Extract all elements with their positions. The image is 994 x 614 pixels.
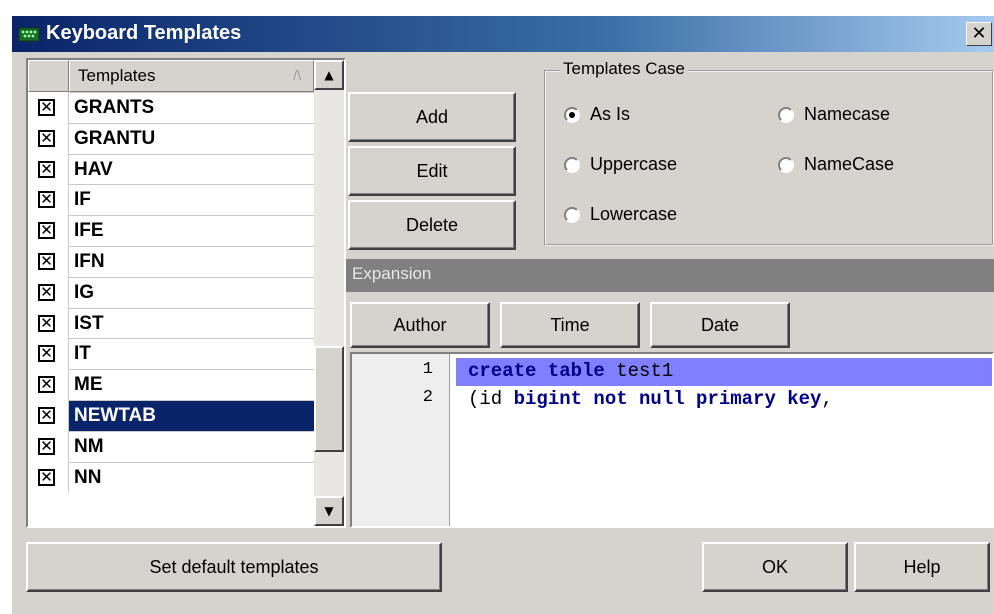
arrow-up-icon: ▲ xyxy=(324,68,334,82)
arrow-down-icon: ▼ xyxy=(324,504,334,518)
radio-lowercase[interactable]: Lowercase xyxy=(564,204,677,225)
radio-indicator xyxy=(564,106,580,123)
template-name: IT xyxy=(68,338,314,370)
radio-namecase-lower[interactable]: Namecase xyxy=(778,104,890,125)
template-name: IFN xyxy=(68,245,314,277)
templates-column-label: Templates xyxy=(78,66,156,85)
template-name: GRANTU xyxy=(68,122,314,154)
template-name: IFE xyxy=(68,215,314,246)
scroll-thumb[interactable] xyxy=(314,346,344,452)
radio-indicator xyxy=(564,156,580,173)
code-line-current[interactable]: create table test1 xyxy=(456,358,992,386)
set-default-templates-button[interactable]: Set default templates xyxy=(26,542,442,592)
scroll-up-button[interactable]: ▲ xyxy=(314,60,344,90)
template-row[interactable]: ✕ IF xyxy=(28,184,314,216)
template-row[interactable]: ✕ IFE xyxy=(28,215,314,246)
date-button[interactable]: Date xyxy=(650,302,790,348)
template-rows: ✕ GRANTS ✕ GRANTU ✕ HAV ✕ IF ✕ IFE ✕ IFN ✕ IG ✕ IST ✕ IT ✕… xyxy=(28,92,314,493)
template-enabled-checkbox[interactable]: ✕ xyxy=(38,129,55,147)
template-enabled-checkbox[interactable]: ✕ xyxy=(38,160,55,178)
template-name: ME xyxy=(68,369,314,400)
radio-as-is[interactable]: As Is xyxy=(564,104,630,125)
radio-indicator xyxy=(778,156,794,173)
templates-case-label: Templates Case xyxy=(560,59,688,79)
template-row[interactable]: ✕ IFN xyxy=(28,245,314,277)
template-row[interactable]: ✕ GRANTS xyxy=(28,92,314,123)
template-enabled-checkbox[interactable]: ✕ xyxy=(38,314,55,332)
radio-indicator xyxy=(564,206,580,223)
sql-text: , xyxy=(821,388,833,410)
template-row[interactable]: ✕ NM xyxy=(28,430,314,462)
template-enabled-checkbox[interactable]: ✕ xyxy=(38,222,55,240)
templates-case-group: Templates Case As Is Namecase Uppercase … xyxy=(544,59,994,246)
radio-label: Namecase xyxy=(804,104,891,124)
expansion-header: Expansion xyxy=(346,259,994,292)
list-header: Templates /\ xyxy=(28,60,314,92)
radio-indicator xyxy=(778,106,794,123)
edit-button[interactable]: Edit xyxy=(348,146,516,196)
sql-text: test1 xyxy=(604,360,674,382)
ok-button[interactable]: OK xyxy=(702,542,848,592)
radio-label: As Is xyxy=(590,104,631,124)
template-name: HAV xyxy=(68,153,314,185)
title-bar[interactable]: Keyboard Templates ✕ xyxy=(12,16,994,52)
template-enabled-checkbox[interactable]: ✕ xyxy=(38,252,55,270)
radio-namecase-mixed[interactable]: NameCase xyxy=(778,154,894,175)
template-name: NEWTAB xyxy=(68,399,314,431)
line-number: 2 xyxy=(422,388,433,407)
template-name: IG xyxy=(68,276,314,308)
delete-button[interactable]: Delete xyxy=(348,200,516,250)
sql-keyword: create table xyxy=(468,360,605,382)
template-name: NN xyxy=(68,461,314,493)
template-name: IF xyxy=(68,184,314,216)
line-number-gutter: 1 2 xyxy=(352,354,450,526)
template-enabled-checkbox[interactable]: ✕ xyxy=(38,406,55,424)
sql-keyword: bigint not null primary key xyxy=(513,388,822,410)
template-enabled-checkbox[interactable]: ✕ xyxy=(38,345,55,363)
template-list[interactable]: Templates /\ ✕ GRANTS ✕ GRANTU ✕ HAV ✕ IF ✕ IFE ✕ I… xyxy=(26,58,346,528)
template-row[interactable]: ✕ ME xyxy=(28,369,314,400)
template-enabled-checkbox[interactable]: ✕ xyxy=(38,191,55,209)
help-button[interactable]: Help xyxy=(854,542,990,592)
dialog-title: Keyboard Templates xyxy=(46,22,242,44)
scroll-down-button[interactable]: ▼ xyxy=(314,496,344,526)
time-button[interactable]: Time xyxy=(500,302,640,348)
template-name: GRANTS xyxy=(68,92,314,123)
template-row[interactable]: ✕ IST xyxy=(28,307,314,339)
template-enabled-checkbox[interactable]: ✕ xyxy=(38,283,55,301)
template-row[interactable]: ✕ IT xyxy=(28,338,314,370)
template-row[interactable]: ✕ HAV xyxy=(28,153,314,185)
template-row[interactable]: ✕ NN xyxy=(28,461,314,493)
radio-label: NameCase xyxy=(804,154,895,174)
code-line[interactable]: (id bigint not null primary key, xyxy=(456,386,992,414)
line-number: 1 xyxy=(422,360,433,379)
add-button[interactable]: Add xyxy=(348,92,516,142)
template-enabled-checkbox[interactable]: ✕ xyxy=(38,99,55,116)
keyboard-templates-dialog: Keyboard Templates ✕ Templates /\ ✕ GRANT… xyxy=(10,14,994,614)
sql-text: (id xyxy=(468,388,514,410)
template-row[interactable]: ✕ NEWTAB xyxy=(28,399,314,431)
radio-label: Lowercase xyxy=(590,204,678,224)
close-icon: ✕ xyxy=(971,23,987,44)
template-name: IST xyxy=(68,307,314,339)
template-name: NM xyxy=(68,430,314,462)
radio-label: Uppercase xyxy=(590,154,678,174)
close-button[interactable]: ✕ xyxy=(966,22,992,46)
template-row[interactable]: ✕ GRANTU xyxy=(28,122,314,154)
template-row[interactable]: ✕ IG xyxy=(28,276,314,308)
author-button[interactable]: Author xyxy=(350,302,490,348)
templates-column-header[interactable]: Templates /\ xyxy=(69,60,314,92)
list-scrollbar[interactable]: ▲ ▼ xyxy=(314,60,344,526)
check-column-header[interactable] xyxy=(28,60,69,92)
radio-uppercase[interactable]: Uppercase xyxy=(564,154,677,175)
keyboard-icon xyxy=(18,27,40,42)
template-enabled-checkbox[interactable]: ✕ xyxy=(38,437,55,455)
sort-arrow-icon: /\ xyxy=(293,67,301,83)
expansion-editor[interactable]: 1 2 create table test1 (id bigint not nul… xyxy=(350,352,994,528)
template-enabled-checkbox[interactable]: ✕ xyxy=(38,468,55,486)
template-enabled-checkbox[interactable]: ✕ xyxy=(38,376,55,394)
